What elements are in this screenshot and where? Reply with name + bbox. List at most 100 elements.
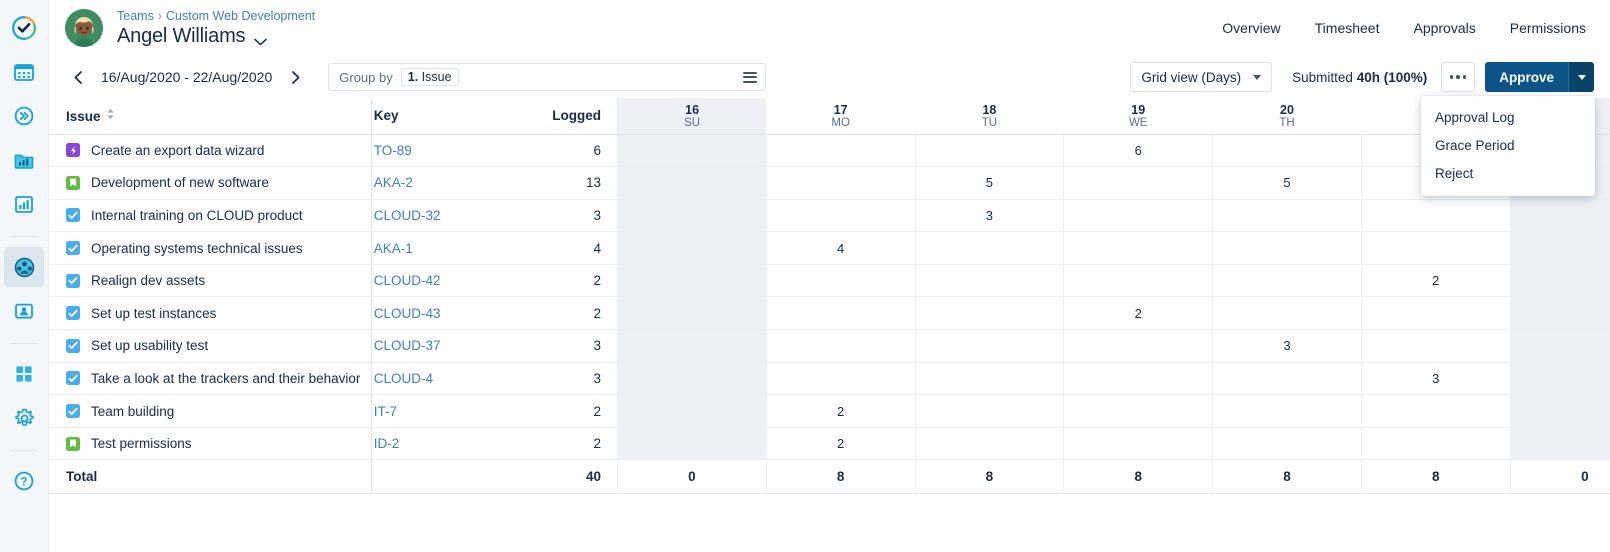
cell-day-worklog[interactable]	[1212, 199, 1362, 233]
issue-key-link[interactable]: CLOUD-32	[374, 208, 441, 223]
cell-day-worklog[interactable]	[616, 329, 767, 363]
menu-item-reject[interactable]: Reject	[1421, 159, 1595, 187]
cell-day-worklog[interactable]	[1509, 199, 1610, 233]
cell-day-worklog[interactable]	[914, 362, 1064, 396]
cell-day-worklog[interactable]	[1509, 329, 1610, 363]
cell-day-worklog[interactable]: 2	[765, 427, 916, 461]
grid-view-select[interactable]: Grid view (Days)	[1130, 62, 1273, 92]
cell-day-worklog[interactable]	[765, 362, 916, 396]
cell-day-worklog[interactable]	[1063, 427, 1213, 461]
cell-day-worklog[interactable]	[1360, 231, 1511, 265]
issue-key-link[interactable]: CLOUD-37	[374, 338, 441, 353]
cell-day-worklog[interactable]	[1360, 296, 1511, 331]
table-row[interactable]: Development of new softwareAKA-213553	[49, 166, 1610, 200]
cell-day-worklog[interactable]	[1360, 199, 1511, 233]
issue-key-link[interactable]: CLOUD-42	[374, 273, 441, 288]
cell-day-worklog[interactable]	[1509, 394, 1610, 428]
cell-day-worklog[interactable]	[1212, 296, 1362, 331]
cell-day-worklog[interactable]	[1063, 199, 1213, 233]
table-row[interactable]: Realign dev assets CLOUD-42 2 2	[49, 264, 1610, 298]
next-week-button[interactable]	[282, 64, 308, 90]
sidebar-item-teams[interactable]	[4, 247, 44, 287]
cell-day-worklog[interactable]	[914, 231, 1064, 265]
cell-day-worklog[interactable]	[914, 394, 1064, 428]
sort-toggle-icon[interactable]	[106, 108, 115, 123]
cell-day-worklog[interactable]	[616, 394, 767, 428]
cell-day-worklog[interactable]	[1212, 134, 1362, 168]
cell-day-worklog[interactable]	[1212, 394, 1362, 428]
cell-day-worklog[interactable]	[765, 166, 916, 200]
cell-day-worklog[interactable]: 3	[1212, 329, 1362, 363]
previous-week-button[interactable]	[65, 64, 91, 90]
cell-day-worklog[interactable]: 6	[1063, 134, 1213, 168]
cell-day-worklog[interactable]	[765, 296, 916, 331]
sidebar-item-reports[interactable]	[4, 140, 44, 180]
cell-day-worklog[interactable]	[616, 362, 767, 396]
cell-day-worklog[interactable]	[914, 134, 1064, 168]
column-header-issue[interactable]: Issue	[49, 98, 372, 135]
cell-day-worklog[interactable]: 2	[1063, 296, 1213, 331]
approve-button[interactable]: Approve	[1485, 62, 1568, 92]
tab-overview[interactable]: Overview	[1222, 20, 1280, 36]
cell-day-worklog[interactable]	[1212, 231, 1362, 265]
menu-item-approval-log[interactable]: Approval Log	[1421, 103, 1595, 131]
cell-day-worklog[interactable]	[616, 264, 767, 298]
issue-key-link[interactable]: TO-89	[374, 143, 412, 158]
cell-day-worklog[interactable]: 4	[765, 231, 916, 265]
cell-day-worklog[interactable]	[1212, 264, 1362, 298]
column-header-logged[interactable]: Logged	[492, 98, 618, 135]
cell-day-worklog[interactable]: 3	[1360, 362, 1511, 396]
cell-day-worklog[interactable]	[1063, 329, 1213, 363]
table-row[interactable]: Create an export data wizard TO-89 6 6	[49, 134, 1610, 168]
cell-day-worklog[interactable]	[616, 134, 767, 168]
cell-day-worklog[interactable]	[914, 296, 1064, 331]
cell-day-worklog[interactable]	[1509, 231, 1610, 265]
cell-day-worklog[interactable]	[1360, 394, 1511, 428]
tab-approvals[interactable]: Approvals	[1413, 20, 1475, 36]
sidebar-item-help[interactable]: ?	[4, 461, 44, 501]
cell-day-worklog[interactable]	[1063, 166, 1213, 200]
table-row[interactable]: Operating systems technical issues AKA-1 4…	[49, 231, 1610, 265]
cell-day-worklog[interactable]	[616, 199, 767, 233]
cell-day-worklog[interactable]	[914, 427, 1064, 461]
sidebar-item-people[interactable]	[4, 291, 44, 331]
cell-day-worklog[interactable]: 2	[765, 394, 916, 428]
cell-day-worklog[interactable]	[1212, 427, 1362, 461]
cell-day-worklog[interactable]	[765, 264, 916, 298]
issue-key-link[interactable]: ID-2	[374, 436, 400, 451]
breadcrumb-teams[interactable]: Teams	[117, 9, 154, 23]
cell-day-worklog[interactable]: 5	[914, 166, 1064, 200]
group-by-control[interactable]: Group by 1. Issue	[328, 63, 767, 91]
group-by-chip[interactable]: 1. Issue	[400, 68, 459, 86]
breadcrumb-current[interactable]: Custom Web Development	[166, 9, 315, 23]
cell-day-worklog[interactable]	[1509, 296, 1610, 331]
cell-day-worklog[interactable]	[765, 199, 916, 233]
cell-day-worklog[interactable]	[1063, 394, 1213, 428]
cell-day-worklog[interactable]	[914, 264, 1064, 298]
cell-day-worklog[interactable]	[616, 427, 767, 461]
tab-timesheet[interactable]: Timesheet	[1315, 20, 1380, 36]
table-row[interactable]: Take a look at the trackers and their be…	[49, 362, 1610, 396]
sidebar-item-analytics[interactable]	[4, 184, 44, 224]
cell-day-worklog[interactable]	[616, 231, 767, 265]
menu-item-grace-period[interactable]: Grace Period	[1421, 131, 1595, 159]
table-row[interactable]: Set up test instances CLOUD-43 2 2	[49, 296, 1610, 331]
cell-day-worklog[interactable]	[1212, 362, 1362, 396]
cell-day-worklog[interactable]	[1063, 231, 1213, 265]
approve-dropdown-toggle[interactable]	[1568, 62, 1594, 92]
group-by-menu-icon[interactable]	[743, 71, 758, 83]
sidebar-item-settings[interactable]	[4, 398, 44, 438]
issue-key-link[interactable]: IT-7	[374, 404, 397, 419]
tab-permissions[interactable]: Permissions	[1510, 20, 1586, 36]
cell-day-worklog[interactable]: 3	[914, 199, 1064, 233]
table-row[interactable]: Set up usability test CLOUD-37 3 3	[49, 329, 1610, 363]
app-logo[interactable]	[4, 8, 44, 48]
cell-day-worklog[interactable]	[1063, 264, 1213, 298]
cell-day-worklog[interactable]	[1360, 329, 1511, 363]
issue-key-link[interactable]: AKA-1	[374, 241, 413, 256]
sidebar-item-calendar[interactable]	[4, 52, 44, 92]
more-options-button[interactable]	[1441, 62, 1476, 92]
cell-day-worklog[interactable]	[616, 166, 767, 200]
cell-day-worklog[interactable]	[1509, 427, 1610, 461]
issue-key-link[interactable]: CLOUD-4	[374, 371, 433, 386]
